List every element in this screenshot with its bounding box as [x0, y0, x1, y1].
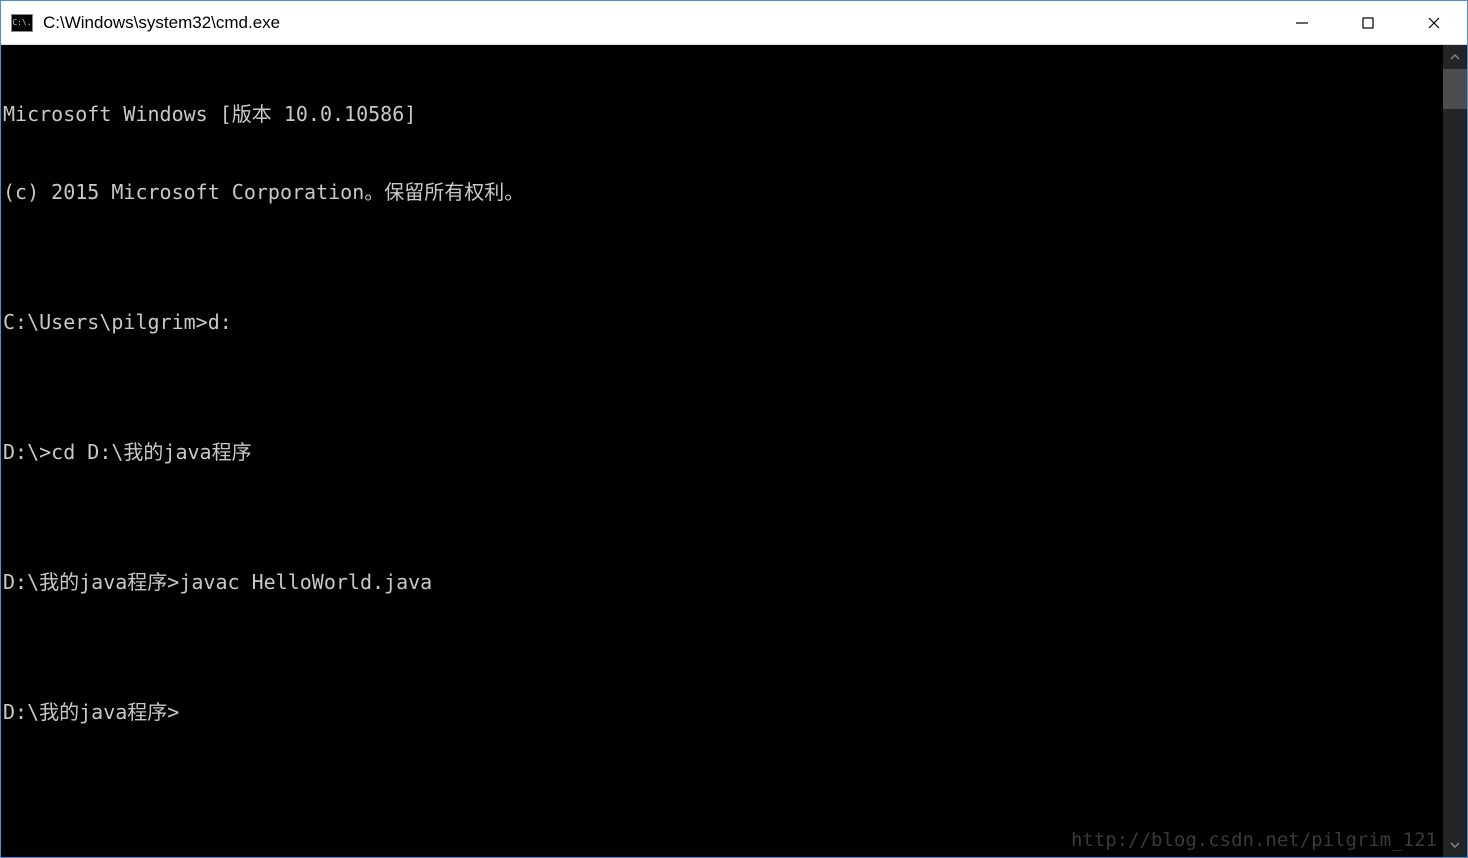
close-icon — [1427, 16, 1441, 30]
console-area[interactable]: Microsoft Windows [版本 10.0.10586] (c) 20… — [1, 45, 1467, 857]
console-line: D:\>cd D:\我的java程序 — [3, 439, 1443, 465]
minimize-icon — [1295, 16, 1309, 30]
window-title: C:\Windows\system32\cmd.exe — [43, 13, 1269, 33]
scroll-thumb[interactable] — [1443, 69, 1467, 109]
cmd-icon: C:\. — [11, 14, 33, 32]
window-controls — [1269, 1, 1467, 44]
scroll-down-button[interactable] — [1443, 833, 1467, 857]
close-button[interactable] — [1401, 1, 1467, 44]
console-output[interactable]: Microsoft Windows [版本 10.0.10586] (c) 20… — [1, 45, 1443, 857]
console-line: Microsoft Windows [版本 10.0.10586] — [3, 101, 1443, 127]
maximize-button[interactable] — [1335, 1, 1401, 44]
scroll-up-button[interactable] — [1443, 45, 1467, 69]
cmd-window: C:\. C:\Windows\system32\cmd.exe Microso… — [0, 0, 1468, 858]
minimize-button[interactable] — [1269, 1, 1335, 44]
maximize-icon — [1361, 16, 1375, 30]
console-line: D:\我的java程序> — [3, 699, 1443, 725]
console-line: (c) 2015 Microsoft Corporation。保留所有权利。 — [3, 179, 1443, 205]
vertical-scrollbar[interactable] — [1443, 45, 1467, 857]
console-line: C:\Users\pilgrim>d: — [3, 309, 1443, 335]
chevron-down-icon — [1450, 840, 1460, 850]
chevron-up-icon — [1450, 52, 1460, 62]
cmd-icon-label: C:\. — [12, 19, 31, 27]
console-line: D:\我的java程序>javac HelloWorld.java — [3, 569, 1443, 595]
titlebar[interactable]: C:\. C:\Windows\system32\cmd.exe — [1, 1, 1467, 45]
